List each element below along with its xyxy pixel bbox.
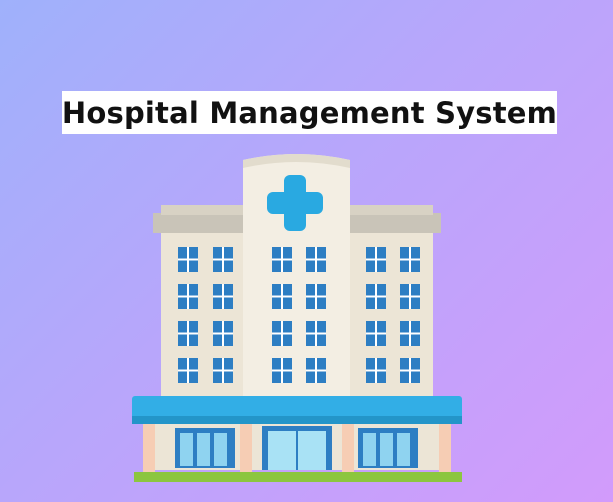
window xyxy=(366,321,386,346)
window xyxy=(213,358,233,383)
window xyxy=(178,321,198,346)
window xyxy=(400,321,420,346)
window xyxy=(400,358,420,383)
window xyxy=(400,247,420,272)
pillar xyxy=(143,424,155,480)
window xyxy=(272,321,292,346)
right-storefront xyxy=(358,428,418,468)
main-entrance-door xyxy=(262,426,332,470)
window xyxy=(306,358,326,383)
window xyxy=(306,247,326,272)
window xyxy=(213,321,233,346)
window xyxy=(400,284,420,309)
window xyxy=(272,358,292,383)
canopy-shadow xyxy=(132,416,462,424)
window xyxy=(213,284,233,309)
grass-strip xyxy=(134,472,462,482)
window xyxy=(366,358,386,383)
window xyxy=(306,321,326,346)
window xyxy=(272,247,292,272)
window xyxy=(306,284,326,309)
pillar xyxy=(240,424,252,480)
window xyxy=(213,247,233,272)
pillar xyxy=(439,424,451,480)
window xyxy=(178,247,198,272)
window xyxy=(272,284,292,309)
left-wing-roof xyxy=(153,213,245,233)
right-wing xyxy=(349,233,433,413)
window xyxy=(366,247,386,272)
window xyxy=(178,358,198,383)
window xyxy=(178,284,198,309)
hospital-building-icon xyxy=(132,154,462,482)
right-wing-roof-top xyxy=(349,205,433,215)
pillar xyxy=(342,424,354,480)
left-wing-roof-top xyxy=(161,205,245,215)
window xyxy=(366,284,386,309)
left-storefront xyxy=(175,428,235,468)
right-wing-roof xyxy=(349,213,441,233)
